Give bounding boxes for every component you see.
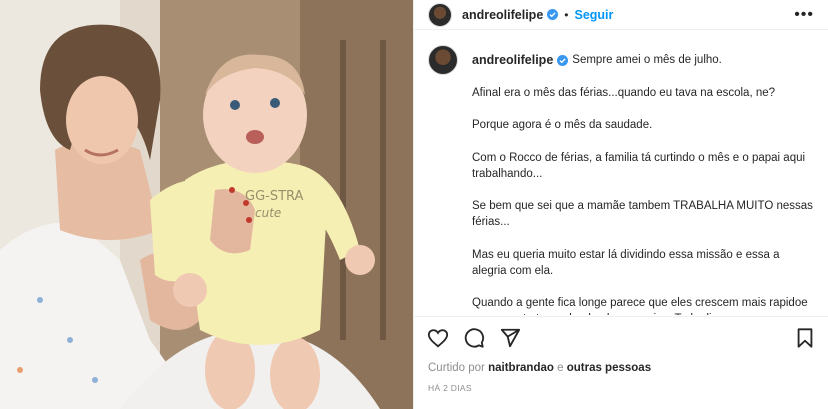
likes-summary: Curtido por naitbrandao e outras pessoas (428, 362, 651, 374)
verified-badge-icon (557, 54, 569, 66)
post-timestamp[interactable]: HÁ 2 DIAS (428, 383, 472, 393)
caption: andreolifelipe Sempre amei o mês de julh… (428, 45, 816, 315)
caption-username[interactable]: andreolifelipe (472, 52, 553, 68)
caption-paragraph: Porque agora é o mês da saudade. (472, 119, 653, 131)
caption-paragraph: Afinal era o mês das férias...quando eu … (472, 86, 776, 99)
liked-by-others[interactable]: outras pessoas (567, 362, 651, 374)
post-panel: andreolifelipe • Seguir ••• andreolifeli… (413, 0, 828, 409)
post-header: andreolifelipe • Seguir ••• (414, 0, 828, 30)
comment-icon[interactable] (463, 327, 485, 349)
photo-illustration: GG-STRA cute (0, 0, 413, 409)
divider (414, 316, 828, 317)
caption-paragraph: Com o Rocco de férias, a familia tá curt… (472, 151, 806, 180)
avatar[interactable] (428, 2, 452, 27)
bookmark-icon[interactable] (794, 327, 816, 349)
caption-first-line: Sempre amei o mês de julho. (572, 54, 722, 66)
send-icon[interactable] (499, 327, 521, 349)
likes-prefix: Curtido por (428, 362, 485, 374)
header-username[interactable]: andreolifelipe (462, 8, 543, 22)
caption-paragraph: Se bem que sei que a mamãe tambem TRABAL… (472, 200, 813, 228)
caption-avatar[interactable] (428, 45, 458, 75)
caption-paragraph: Quando a gente fica longe parece que ele… (472, 297, 808, 315)
bodysuit-text-cute: cute (255, 206, 281, 220)
action-bar (427, 325, 816, 351)
liked-by-user[interactable]: naitbrandao (488, 362, 554, 374)
more-options-icon[interactable]: ••• (794, 6, 814, 24)
heart-icon[interactable] (427, 327, 449, 349)
post-photo[interactable]: GG-STRA cute (0, 0, 413, 409)
bodysuit-text: GG-STRA (245, 189, 304, 204)
instagram-post: GG-STRA cute andreolifelipe • Seguir •••… (0, 0, 828, 409)
caption-paragraph: Mas eu queria muito estar lá dividindo e… (472, 248, 780, 277)
follow-button[interactable]: Seguir (574, 8, 613, 22)
separator-dot: • (564, 7, 569, 22)
caption-text: andreolifelipe Sempre amei o mês de julh… (472, 45, 816, 315)
verified-badge-icon (547, 9, 559, 20)
likes-conjunction: e (557, 362, 564, 374)
